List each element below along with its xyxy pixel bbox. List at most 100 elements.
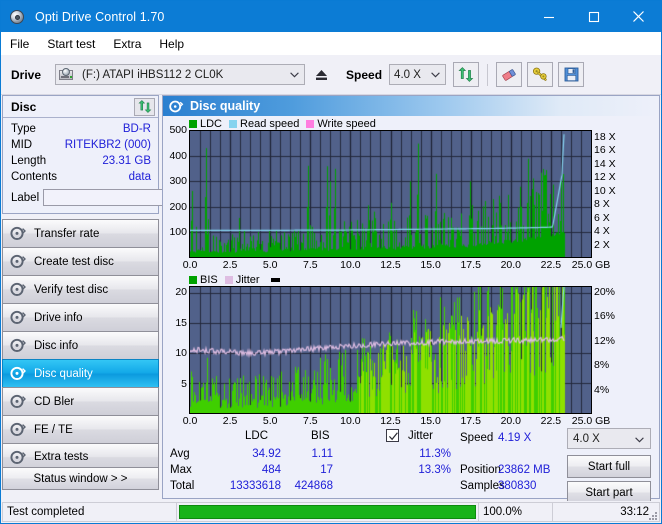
- close-icon[interactable]: [616, 1, 661, 32]
- x-tick-label: 2.5: [222, 415, 238, 427]
- bis-chart-plot: [189, 286, 592, 414]
- title-bar: Opti Drive Control 1.70: [1, 1, 661, 32]
- x-tick-label: 15.0: [420, 415, 441, 427]
- erase-disc-button[interactable]: [496, 62, 523, 87]
- menu-help[interactable]: Help: [150, 34, 193, 54]
- eject-button[interactable]: [310, 64, 334, 85]
- disc-test-icon: [10, 450, 26, 464]
- disc-info-panel: Disc Type BD-R MID RITEKBR2 (000) Length…: [2, 95, 215, 214]
- disc-test-icon: [10, 226, 26, 240]
- x-tick-label: 2.5: [222, 259, 238, 271]
- sidebar-item-create-test-disc[interactable]: Create test disc: [2, 247, 159, 275]
- status-window-button[interactable]: Status window > >: [2, 467, 159, 490]
- sidebar-item-disc-quality[interactable]: Disc quality: [2, 359, 159, 387]
- y2-tick-label: 10 X: [594, 184, 616, 197]
- menu-file[interactable]: File: [1, 34, 38, 54]
- drive-label: Drive: [11, 67, 42, 82]
- stats-total-bis: 424868: [294, 480, 333, 492]
- bis-chart-legend: BIS Jitter: [163, 273, 659, 286]
- sidebar-item-drive-info[interactable]: Drive info: [2, 303, 159, 331]
- speed-label: Speed: [346, 67, 383, 82]
- resize-grip-icon[interactable]: [648, 511, 658, 521]
- disc-row-contents: Contents data: [3, 169, 158, 185]
- x-tick-label: 15.0: [420, 259, 441, 271]
- x-tick-label: 22.5: [540, 259, 562, 271]
- sidebar-item-fe-te[interactable]: FE / TE: [2, 415, 159, 443]
- stats-row-avg-key: Avg: [170, 448, 190, 460]
- ldc-chart: LDC Read speed Write speed 100 200 300 400 5…: [163, 117, 659, 272]
- jitter-label: Jitter: [408, 430, 433, 442]
- main-panel: Disc quality LDC Read speed Write speed: [162, 95, 660, 504]
- sidebar-nav: Transfer rate Create test disc Verify te…: [2, 219, 159, 471]
- minimize-icon[interactable]: [526, 1, 571, 32]
- legend-label-bis: BIS: [200, 273, 218, 286]
- save-button[interactable]: [558, 62, 585, 87]
- legend-bis: BIS: [189, 274, 218, 286]
- disc-row-length-value: 23.31 GB: [102, 155, 151, 167]
- save-icon: [564, 67, 578, 82]
- legend-ldc: LDC: [189, 118, 222, 130]
- ldc-chart-legend: LDC Read speed Write speed: [163, 117, 659, 130]
- stats-avg-ldc: 34.92: [252, 448, 281, 460]
- refresh-drive-button[interactable]: [453, 62, 480, 87]
- result-speed-select[interactable]: 4.0 X: [567, 428, 651, 449]
- refresh-icon: [137, 100, 151, 113]
- y-tick-label: 400: [169, 149, 187, 162]
- status-bar: Test completed 100.0% 33:12: [2, 501, 660, 523]
- speed-select[interactable]: 4.0 X: [389, 64, 447, 85]
- x-tick-label: 10.0: [340, 415, 361, 427]
- x-tick-label: 0.0: [182, 259, 198, 271]
- x-tick-label: 5.0: [262, 415, 278, 427]
- menu-start-test[interactable]: Start test: [38, 34, 104, 54]
- disc-row-type-key: Type: [11, 123, 36, 135]
- sidebar-item-cd-bler[interactable]: CD Bler: [2, 387, 159, 415]
- disc-refresh-button[interactable]: [134, 97, 155, 116]
- disc-quality-icon: [169, 100, 184, 112]
- y-tick-label: 20: [175, 286, 187, 299]
- legend-label-read-speed: Read speed: [240, 117, 300, 130]
- stats-header-bis: BIS: [311, 430, 330, 442]
- bis-chart-x-axis: 0.0 2.5 5.0 7.5 10.0 12.5 15.0 17.5 20.0 22.5 25.0…: [163, 414, 659, 428]
- disc-row-mid-value: RITEKBR2 (000): [64, 139, 151, 151]
- drive-select[interactable]: (F:) ATAPI iHBS112 2 CL0K: [55, 64, 306, 85]
- disc-test-icon: [10, 338, 26, 352]
- window-title: Opti Drive Control 1.70: [35, 9, 165, 24]
- y2-tick-label: 16%: [594, 310, 616, 323]
- speed-select-value: 4.0 X: [394, 68, 421, 81]
- refresh-icon: [458, 67, 474, 82]
- x-tick-label: 17.5: [460, 415, 481, 427]
- chevron-down-icon: [635, 434, 644, 446]
- legend-swatch-read-speed: [229, 119, 238, 128]
- legend-write-speed: Write speed: [306, 118, 376, 130]
- jitter-checkbox[interactable]: [386, 429, 399, 442]
- start-full-button[interactable]: Start full: [567, 455, 651, 478]
- legend-swatch-write-speed: [306, 119, 315, 128]
- result-speed-value: 4.0 X: [573, 432, 600, 445]
- x-tick-label: 5.0: [262, 259, 278, 271]
- maximize-icon[interactable]: [571, 1, 616, 32]
- stats-avg-jitter: 11.3%: [419, 448, 451, 460]
- tools-button[interactable]: [527, 62, 554, 87]
- disc-test-icon: [10, 394, 26, 408]
- disc-row-length-key: Length: [11, 155, 47, 167]
- disc-row-type-value: BD-R: [122, 123, 151, 135]
- stats-position-value: 23862 MB: [498, 464, 551, 476]
- stats-panel: LDC BIS Jitter Avg 34.92 1.11 11.3% Max …: [163, 428, 659, 504]
- sidebar-item-verify-test-disc[interactable]: Verify test disc: [2, 275, 159, 303]
- disc-test-icon: [10, 310, 26, 324]
- y2-tick-label: 16 X: [594, 144, 616, 157]
- drive-icon: [59, 67, 74, 82]
- legend-swatch-bis: [189, 275, 197, 284]
- disc-test-icon: [10, 422, 26, 436]
- ldc-chart-plot: [189, 130, 592, 258]
- stats-total-ldc: 13333618: [229, 480, 281, 492]
- y2-tick-label: 20%: [594, 286, 616, 299]
- stats-row-total-key: Total: [170, 480, 195, 492]
- legend-extra-marker: [267, 277, 283, 282]
- x-tick-label: 20.0: [500, 259, 522, 271]
- menu-extra[interactable]: Extra: [104, 34, 150, 54]
- sidebar-item-disc-info[interactable]: Disc info: [2, 331, 159, 359]
- y2-tick-label: 18 X: [594, 130, 616, 143]
- sidebar-item-transfer-rate[interactable]: Transfer rate: [2, 219, 159, 247]
- legend-label-write-speed: Write speed: [317, 117, 376, 130]
